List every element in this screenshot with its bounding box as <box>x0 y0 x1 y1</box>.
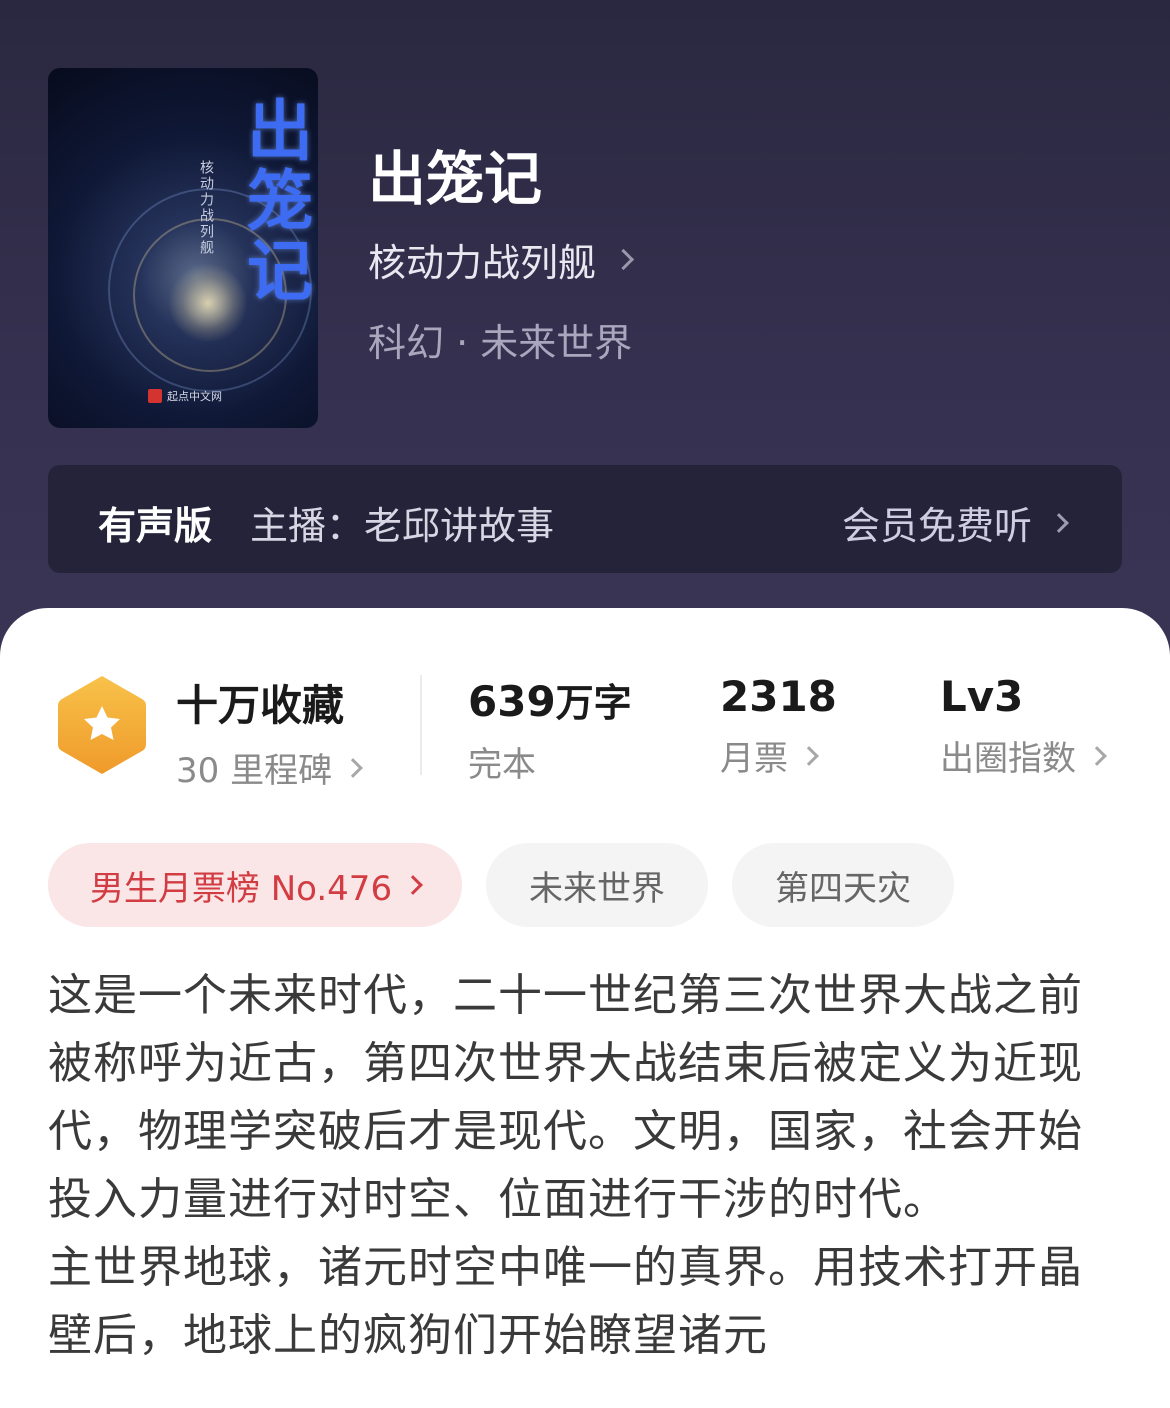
audio-label: 有声版 <box>98 504 213 548</box>
author-name: 核动力战列舰 <box>368 241 597 285</box>
completion-status: 完本 <box>468 745 536 785</box>
book-description[interactable]: 这是一个未来时代，二十一世纪第三次世界大战之前被称呼为近古，第四次世界大战结束后… <box>48 962 1122 1370</box>
cover-author: 核动力战列舰 <box>198 160 214 256</box>
member-free-listen-button[interactable]: 会员免费听 <box>841 495 1069 550</box>
book-header: 出笼记 核动力战列舰 起点中文网 出笼记 核动力战列舰 科幻 · 未来世界 有声… <box>0 0 1170 660</box>
book-title: 出笼记 <box>368 145 543 213</box>
favorites-stat[interactable]: 十万收藏 30 里程碑 <box>176 672 363 792</box>
tag-fourth-calamity[interactable]: 第四天灾 <box>732 843 954 927</box>
author-link[interactable]: 核动力战列舰 <box>368 232 635 287</box>
book-cover[interactable]: 出笼记 核动力战列舰 起点中文网 <box>48 68 318 428</box>
book-genre: 科幻 · 未来世界 <box>368 321 633 365</box>
popularity-level: Lv3 <box>940 672 1024 721</box>
word-count-value: 639 <box>468 677 556 726</box>
cover-publisher: 起点中文网 <box>148 388 222 404</box>
word-count-stat: 639万字 完本 <box>468 672 632 786</box>
monthly-rank-label: 男生月票榜 No.476 <box>89 868 393 909</box>
chevron-right-icon <box>343 757 363 778</box>
favorites-milestone: 30 里程碑 <box>176 751 333 791</box>
monthly-ticket-stat[interactable]: 2318 月票 <box>720 672 837 780</box>
popularity-index-label: 出圈指数 <box>940 739 1076 779</box>
monthly-ticket-label: 月票 <box>720 739 788 779</box>
favorites-value: 十万收藏 <box>176 681 345 730</box>
member-free-listen-label: 会员免费听 <box>841 504 1032 548</box>
chevron-right-icon <box>1087 745 1107 766</box>
monthly-rank-tag[interactable]: 男生月票榜 No.476 <box>48 843 462 927</box>
publisher-logo-icon <box>148 389 162 403</box>
audio-version-bar[interactable]: 有声版 主播：老邱讲故事 会员免费听 <box>48 465 1122 573</box>
chevron-right-icon <box>799 745 819 766</box>
description-paragraph: 这是一个未来时代，二十一世纪第三次世界大战之前被称呼为近古，第四次世界大战结束后… <box>48 970 1083 1225</box>
chevron-right-icon <box>1049 512 1069 533</box>
publisher-name: 起点中文网 <box>167 390 222 403</box>
monthly-ticket-value: 2318 <box>720 672 837 721</box>
word-count-unit: 万字 <box>555 681 632 725</box>
stat-divider <box>420 675 422 775</box>
chevron-right-icon <box>612 248 635 271</box>
audio-host: 主播：老邱讲故事 <box>250 504 555 548</box>
chevron-right-icon <box>403 875 423 895</box>
description-paragraph: 主世界地球，诸元时空中唯一的真界。用技术打开晶壁后，地球上的疯狗们开始瞭望诸元 <box>48 1242 1083 1361</box>
popularity-index-stat[interactable]: Lv3 出圈指数 <box>940 672 1107 780</box>
star-badge-icon <box>58 676 146 774</box>
tag-future-world[interactable]: 未来世界 <box>486 843 708 927</box>
cover-title: 出笼记 <box>236 96 313 306</box>
